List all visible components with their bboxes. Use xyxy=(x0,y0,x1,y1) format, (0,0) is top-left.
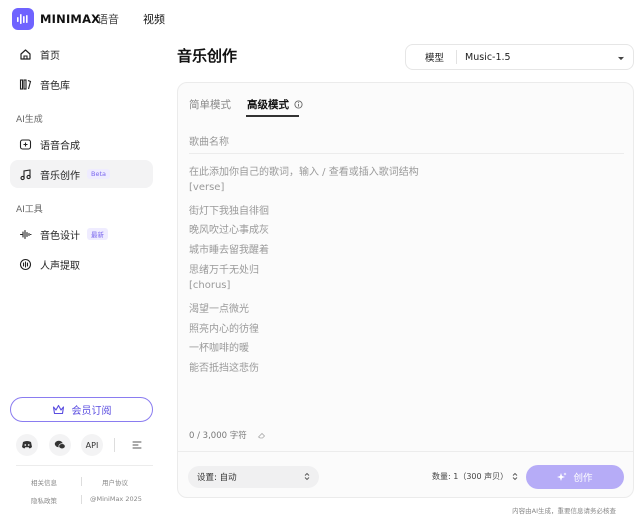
nav-speech[interactable]: 语音 xyxy=(97,11,119,27)
sidebar-item-label: 音乐创作 xyxy=(40,170,80,182)
name-divider xyxy=(189,153,624,154)
clear-icon[interactable] xyxy=(257,431,266,440)
lyrics-placeholder: 在此添加你自己的歌词，输入 / 查看或插入歌词结构 xyxy=(189,167,419,178)
settings-select[interactable]: 设置: 自动 xyxy=(188,466,319,488)
lyric-line: 街灯下我独自徘徊 xyxy=(189,206,269,217)
bottom-divider xyxy=(178,451,633,452)
sidebar-item-label: 音色设计 xyxy=(40,230,80,242)
char-counter-text: 0 / 3,000 字符 xyxy=(189,431,247,441)
home-icon xyxy=(18,47,32,61)
sidebar: MINIMAX 语音 首页 音色库 AI生成 语音合成 音乐创作 Beta AI… xyxy=(0,0,164,520)
brand[interactable]: MINIMAX xyxy=(12,8,100,30)
song-name-input[interactable]: 歌曲名称 xyxy=(189,133,229,148)
settings-value: 设置: 自动 xyxy=(197,473,237,483)
library-icon xyxy=(18,77,32,91)
sparkle-icon xyxy=(557,472,567,481)
user-agreement-link[interactable]: 用户协议 xyxy=(102,477,128,487)
model-selector[interactable]: 模型 Music-1.5 xyxy=(405,44,634,70)
vocal-extraction-icon xyxy=(18,257,32,271)
sidebar-item-label: 首页 xyxy=(40,50,60,62)
sidebar-item-speech-synthesis[interactable]: 语音合成 xyxy=(10,130,153,158)
count-select[interactable]: 数量: 1（300 声贝） xyxy=(432,471,518,482)
lyric-line: 照亮内心的彷徨 xyxy=(189,324,259,335)
updown-icon xyxy=(304,472,310,481)
ai-disclaimer: 内容由AI生成，重要信息请务必核查 xyxy=(512,507,616,515)
related-info-link[interactable]: 相关信息 xyxy=(31,477,57,487)
lyric-line: 晚风吹过心事成灰 xyxy=(189,225,269,236)
sidebar-item-label: 人声提取 xyxy=(40,260,80,272)
discord-icon[interactable] xyxy=(16,434,38,456)
lyric-line: [chorus] xyxy=(189,280,231,291)
vip-subscribe-button[interactable]: 会员订阅 xyxy=(10,397,153,422)
sidebar-item-label: 语音合成 xyxy=(40,140,80,152)
active-tab-indicator xyxy=(246,115,299,117)
wechat-icon[interactable] xyxy=(49,434,71,456)
sidebar-item-label: 音色库 xyxy=(40,80,70,92)
model-label: 模型 xyxy=(425,53,445,64)
create-button[interactable]: 创作 xyxy=(526,465,624,489)
info-icon[interactable] xyxy=(294,100,303,109)
privacy-policy-link[interactable]: 隐私政策 xyxy=(31,495,57,505)
create-button-label: 创作 xyxy=(573,473,593,484)
sidebar-divider xyxy=(16,465,153,466)
voice-design-icon xyxy=(18,227,32,241)
lyric-line: 思绪万千无处归 xyxy=(189,265,259,276)
lyric-line: 能否抵挡这悲伤 xyxy=(189,363,259,374)
footer-separator xyxy=(81,495,82,504)
section-label-ai-tools: AI工具 xyxy=(16,205,43,215)
lyric-line: [verse] xyxy=(189,182,225,193)
crown-icon xyxy=(52,404,64,415)
sidebar-item-voice-library[interactable]: 音色库 xyxy=(10,70,153,98)
tab-advanced-label: 高级模式 xyxy=(247,99,289,111)
lyric-line: 城市睡去留我醒着 xyxy=(189,245,269,256)
sidebar-item-music-creation[interactable]: 音乐创作 Beta xyxy=(10,160,153,188)
updown-icon xyxy=(512,472,518,481)
char-counter: 0 / 3,000 字符 xyxy=(189,429,266,441)
footer-separator xyxy=(81,477,82,486)
copyright-text: @MiniMax 2025 xyxy=(90,495,142,503)
nav-video[interactable]: 视频 xyxy=(143,11,165,27)
tab-advanced-mode[interactable]: 高级模式 xyxy=(247,97,303,112)
count-value: 数量: 1（300 声贝） xyxy=(432,472,509,481)
model-separator xyxy=(456,50,458,64)
beta-badge: Beta xyxy=(87,169,110,179)
tab-simple-mode[interactable]: 简单模式 xyxy=(189,97,231,112)
sidebar-item-home[interactable]: 首页 xyxy=(10,40,153,68)
api-label: API xyxy=(85,440,99,450)
new-badge: 最新 xyxy=(87,228,108,240)
speech-synthesis-icon xyxy=(18,137,32,151)
minimax-logo-icon xyxy=(12,8,34,30)
model-value: Music-1.5 xyxy=(465,51,511,63)
collapse-sidebar-icon[interactable] xyxy=(126,434,148,456)
music-note-icon xyxy=(18,167,32,181)
sidebar-item-voice-design[interactable]: 音色设计 最新 xyxy=(10,220,153,248)
footer-divider xyxy=(114,438,115,452)
sidebar-item-vocal-extraction[interactable]: 人声提取 xyxy=(10,250,153,278)
vip-button-label: 会员订阅 xyxy=(71,406,112,417)
lyric-line: 渴望一点微光 xyxy=(189,304,249,315)
music-editor-panel: 简单模式 高级模式 歌曲名称 在此添加你自己的歌词，输入 / 查看或插入歌词结构… xyxy=(177,82,634,498)
page-title: 音乐创作 xyxy=(177,47,238,65)
api-link[interactable]: API xyxy=(81,434,103,456)
brand-name: MINIMAX xyxy=(40,12,101,26)
section-label-ai-gen: AI生成 xyxy=(16,115,43,125)
lyric-line: 一杯咖啡的暖 xyxy=(189,343,249,354)
chevron-down-icon xyxy=(618,56,624,61)
